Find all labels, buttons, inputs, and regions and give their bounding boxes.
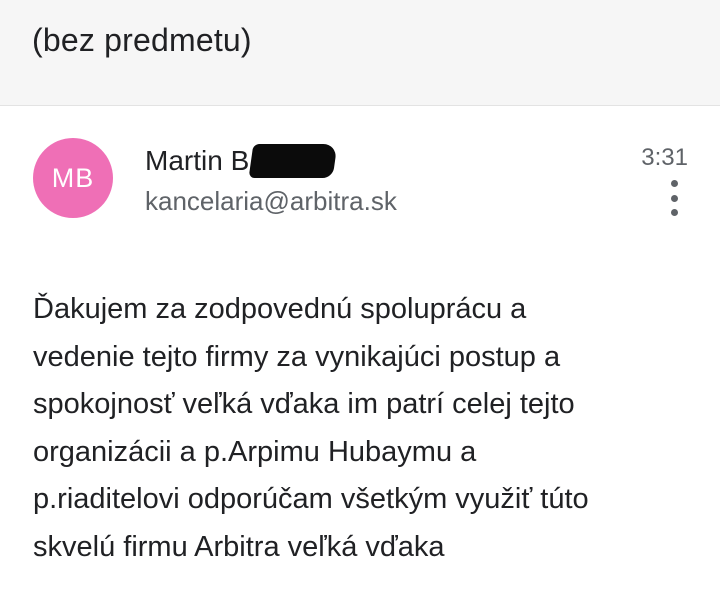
message-body: Ďakujem za zodpovednú spoluprácu a veden… bbox=[33, 286, 693, 571]
more-dot bbox=[670, 194, 678, 202]
sender-email[interactable]: kancelaria@arbitra.sk bbox=[145, 186, 397, 217]
body-line: skvelú firmu Arbitra veľká vďaka bbox=[33, 530, 445, 563]
subject-header: (bez predmetu) bbox=[0, 0, 720, 106]
redaction-mark bbox=[248, 144, 338, 178]
message-time: 3:31 bbox=[641, 144, 688, 171]
body-line: p.riaditelovi odporúčam všetkým využiť t… bbox=[33, 483, 589, 515]
body-line: spokojnosť veľká vďaka im patrí celej te… bbox=[33, 388, 575, 420]
body-line: vedenie tejto firmy za vynikajúci postup… bbox=[33, 340, 561, 373]
body-line: Ďakujem za zodpovednú spoluprácu a bbox=[33, 293, 527, 325]
more-dot bbox=[670, 209, 678, 216]
sender-name-text: Martin B bbox=[145, 145, 250, 176]
avatar[interactable]: MB bbox=[33, 138, 113, 218]
more-vert-icon[interactable] bbox=[662, 180, 686, 216]
more-dot bbox=[670, 180, 678, 187]
body-line: organizácii a p.Arpimu Hubaymu a bbox=[33, 435, 477, 468]
email-subject: (bez predmetu) bbox=[32, 22, 252, 58]
sender-name[interactable]: Martin B bbox=[145, 144, 338, 178]
